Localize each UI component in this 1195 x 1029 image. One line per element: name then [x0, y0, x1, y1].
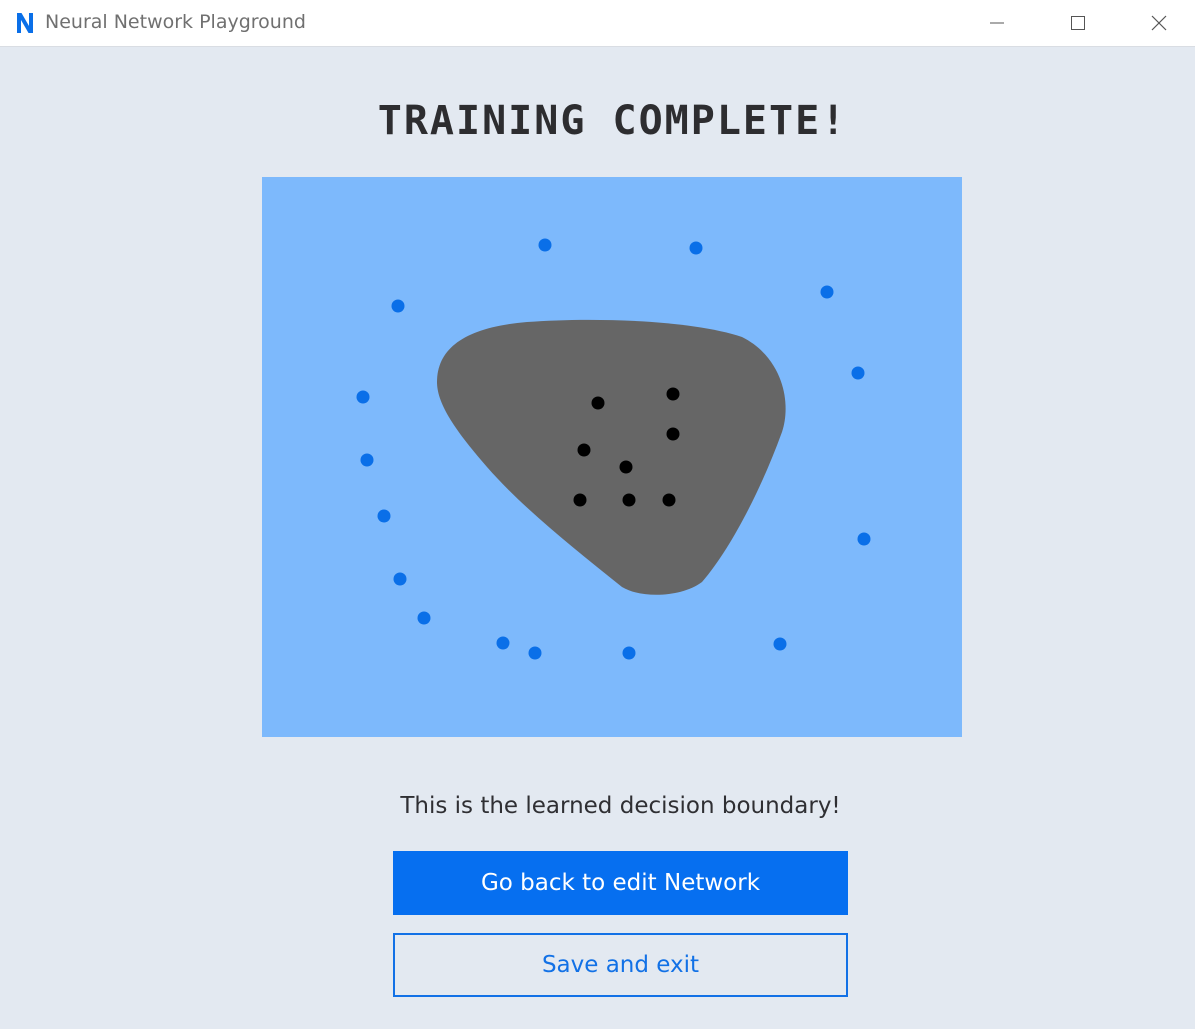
- outer-class-point: [528, 646, 542, 660]
- decision-boundary-plot: [262, 177, 962, 737]
- edit-network-button[interactable]: Go back to edit Network: [393, 851, 848, 915]
- outer-class-point: [377, 509, 391, 523]
- window-title: Neural Network Playground: [45, 11, 306, 33]
- decision-region: [437, 319, 786, 595]
- inner-class-point: [662, 493, 676, 507]
- outer-class-point: [496, 636, 510, 650]
- outer-class-point: [773, 637, 787, 651]
- inner-class-point: [666, 387, 680, 401]
- maximize-button[interactable]: [1038, 0, 1118, 46]
- close-icon: [1151, 15, 1167, 31]
- outer-class-point: [851, 366, 865, 380]
- outer-class-point: [360, 453, 374, 467]
- inner-class-point: [619, 460, 633, 474]
- outer-class-point: [689, 241, 703, 255]
- maximize-icon: [1071, 16, 1085, 30]
- minimize-icon: [990, 22, 1004, 24]
- save-and-exit-button[interactable]: Save and exit: [393, 933, 848, 997]
- close-button[interactable]: [1119, 0, 1195, 46]
- outer-class-point: [622, 646, 636, 660]
- title-bar: Neural Network Playground: [0, 0, 1195, 47]
- inner-class-point: [591, 396, 605, 410]
- page-title: TRAINING COMPLETE!: [377, 98, 848, 144]
- inner-class-point: [666, 427, 680, 441]
- inner-class-point: [622, 493, 636, 507]
- decision-boundary-svg: [356, 238, 871, 660]
- minimize-button[interactable]: [957, 0, 1037, 46]
- outer-class-point: [820, 285, 834, 299]
- n-logo-icon: [17, 13, 33, 33]
- inner-class-point: [577, 443, 591, 457]
- outer-class-point: [857, 532, 871, 546]
- outer-class-point: [538, 238, 552, 252]
- outer-class-point: [391, 299, 405, 313]
- inner-class-point: [573, 493, 587, 507]
- outer-class-point: [417, 611, 431, 625]
- outer-class-point: [393, 572, 407, 586]
- outer-class-point: [356, 390, 370, 404]
- decision-boundary-caption: This is the learned decision boundary!: [400, 793, 841, 819]
